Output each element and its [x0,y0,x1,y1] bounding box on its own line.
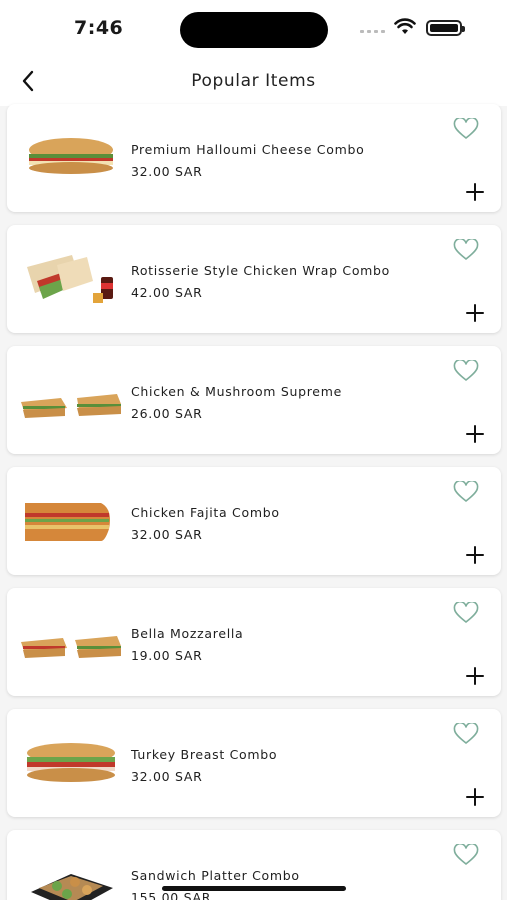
product-card[interactable]: Premium Halloumi Cheese Combo 32.00 SAR [7,104,501,212]
sub-sandwich-image [29,138,113,174]
product-card[interactable]: Chicken & Mushroom Supreme 26.00 SAR [7,346,501,454]
item-price: 155.00 SAR [131,890,212,900]
home-indicator[interactable] [162,886,346,891]
heart-icon[interactable] [453,481,479,503]
item-name: Bella Mozzarella [131,626,244,641]
plus-icon[interactable] [465,182,485,202]
item-price: 32.00 SAR [131,769,203,784]
item-price: 32.00 SAR [131,164,203,179]
sandwich-halves-image [21,394,121,418]
heart-icon[interactable] [453,239,479,261]
sub-sandwich-image [25,503,110,541]
cellular-signal-icon [360,30,385,33]
sub-sandwich-image [27,743,115,782]
item-price: 32.00 SAR [131,527,203,542]
heart-icon[interactable] [453,602,479,624]
dynamic-island [180,12,328,48]
status-bar: 7:46 [0,0,507,56]
plus-icon[interactable] [465,303,485,323]
wifi-icon [394,18,416,34]
sandwich-halves-image [21,636,121,658]
popular-items-screen: 7:46 Popular Items Premium Halloumi Chee… [0,0,507,900]
platter-image [31,874,113,900]
plus-icon[interactable] [465,787,485,807]
heart-icon[interactable] [453,360,479,382]
plus-icon[interactable] [465,666,485,686]
item-name: Chicken & Mushroom Supreme [131,384,342,399]
plus-icon[interactable] [465,424,485,444]
nav-header: Popular Items [0,56,507,106]
product-card[interactable]: Rotisserie Style Chicken Wrap Combo 42.0… [7,225,501,333]
status-time: 7:46 [74,17,124,39]
item-name: Chicken Fajita Combo [131,505,280,520]
heart-icon[interactable] [453,723,479,745]
page-title: Popular Items [191,71,316,91]
item-name: Rotisserie Style Chicken Wrap Combo [131,263,391,278]
item-price: 42.00 SAR [131,285,203,300]
wrap-combo-image [27,255,113,303]
item-name: Sandwich Platter Combo [131,868,300,883]
plus-icon[interactable] [465,545,485,565]
item-name: Premium Halloumi Cheese Combo [131,142,365,157]
heart-icon[interactable] [453,844,479,866]
item-price: 19.00 SAR [131,648,203,663]
product-card[interactable]: Turkey Breast Combo 32.00 SAR [7,709,501,817]
battery-icon [426,20,465,36]
heart-icon[interactable] [453,118,479,140]
item-name: Turkey Breast Combo [131,747,278,762]
product-card[interactable]: Chicken Fajita Combo 32.00 SAR [7,467,501,575]
item-price: 26.00 SAR [131,406,203,421]
product-card[interactable]: Bella Mozzarella 19.00 SAR [7,588,501,696]
